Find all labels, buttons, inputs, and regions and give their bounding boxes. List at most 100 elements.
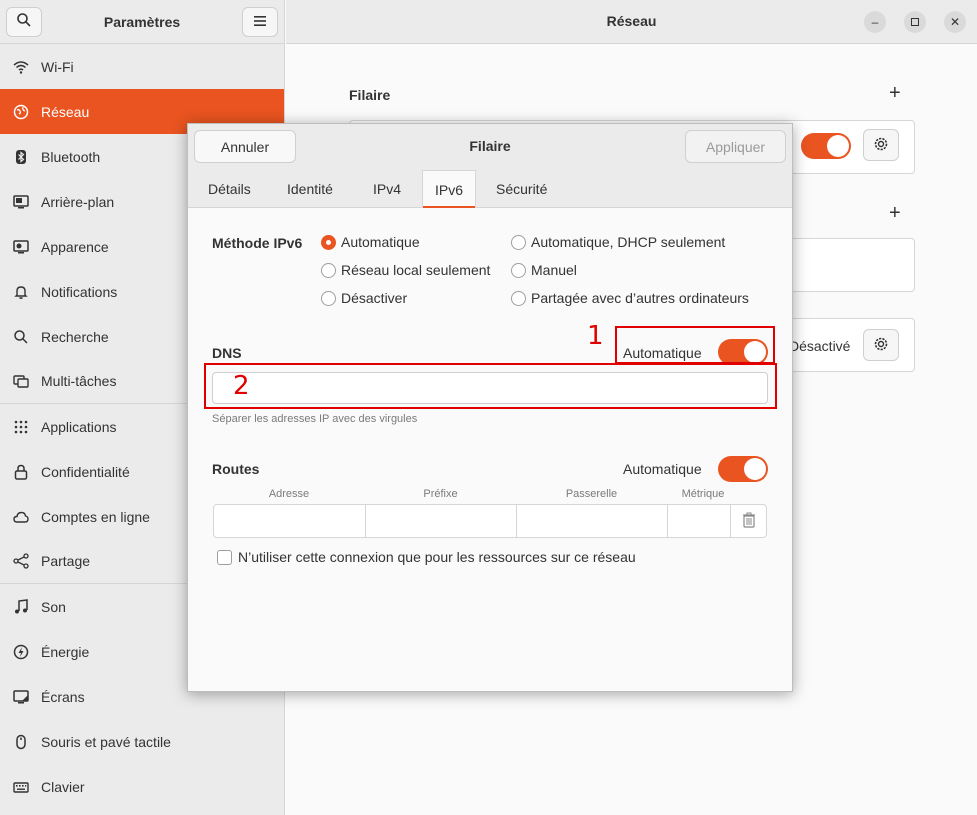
route-address-field[interactable] xyxy=(214,505,366,537)
mouse-icon xyxy=(12,733,30,751)
sidebar-item-label: Arrière-plan xyxy=(41,193,115,210)
tab-identite[interactable]: Identité xyxy=(275,170,345,208)
radio-automatique[interactable]: Automatique xyxy=(321,234,420,250)
sidebar-title: Paramètres xyxy=(103,13,181,30)
bluetooth-icon xyxy=(12,148,30,166)
sidebar-item-label: Recherche xyxy=(41,328,109,345)
sidebar-item-label: Notifications xyxy=(41,283,118,300)
add-vpn-button[interactable]: + xyxy=(889,202,901,225)
tab-ipv6[interactable]: IPv6 xyxy=(422,170,477,208)
music-note-icon xyxy=(12,598,30,616)
dialog-tabs: Détails Identité IPv4 IPv6 Sécurité xyxy=(188,170,792,208)
minimize-button[interactable]: – xyxy=(864,11,886,33)
annotation-label-1: 1 xyxy=(587,321,604,351)
routes-auto-label: Automatique xyxy=(623,461,702,477)
hamburger-icon xyxy=(253,14,267,30)
routes-label: Routes xyxy=(212,461,260,477)
close-icon: ✕ xyxy=(949,15,961,29)
radio-dhcp-only[interactable]: Automatique, DHCP seulement xyxy=(511,234,725,250)
radio-manuel[interactable]: Manuel xyxy=(511,262,577,278)
radio-dot xyxy=(511,290,526,306)
radio-dot xyxy=(511,234,526,250)
multitask-icon xyxy=(12,372,30,390)
route-gateway-field[interactable] xyxy=(517,505,668,537)
annotation-box-2 xyxy=(204,363,777,409)
sidebar-item-label: Bluetooth xyxy=(41,148,101,165)
radio-label: Partagée avec d’autres ordinateurs xyxy=(531,290,749,306)
sidebar-item-label: Souris et pavé tactile xyxy=(41,733,171,750)
sidebar-item-label: Apparence xyxy=(41,238,109,255)
sidebar-header: Paramètres xyxy=(0,0,284,44)
search-icon xyxy=(12,328,30,346)
route-prefix-field[interactable] xyxy=(366,505,517,537)
proxy-settings-button[interactable] xyxy=(863,329,899,361)
radio-shared[interactable]: Partagée avec d’autres ordinateurs xyxy=(511,290,749,306)
route-metric-field[interactable] xyxy=(668,505,731,537)
sidebar-item-clavier[interactable]: Clavier xyxy=(0,764,284,809)
sidebar-item-label: Son xyxy=(41,598,66,615)
sidebar-item-label: Énergie xyxy=(41,643,90,660)
radio-dot xyxy=(321,234,336,250)
close-window-button[interactable]: ✕ xyxy=(944,11,966,33)
minimize-icon: – xyxy=(871,15,879,29)
only-local-resources-checkbox[interactable]: N’utiliser cette connexion que pour les … xyxy=(217,549,636,565)
dialog-header: Annuler Filaire Appliquer xyxy=(188,124,792,170)
tab-securite[interactable]: Sécurité xyxy=(484,170,559,208)
maximize-button[interactable] xyxy=(904,11,926,33)
search-button[interactable] xyxy=(6,6,42,37)
column-header-adresse: Adresse xyxy=(268,488,310,500)
sidebar-item-label: Wi-Fi xyxy=(41,58,74,75)
lock-icon xyxy=(12,463,30,481)
sidebar-item-wifi[interactable]: Wi-Fi xyxy=(0,44,284,89)
radio-dot xyxy=(321,290,336,306)
wired-settings-button[interactable] xyxy=(863,129,899,161)
sidebar-item-souris[interactable]: Souris et pavé tactile xyxy=(0,719,284,764)
sidebar-item-label: Comptes en ligne xyxy=(41,508,150,525)
power-icon xyxy=(12,643,30,661)
search-icon xyxy=(16,12,32,31)
plus-icon: + xyxy=(889,202,901,224)
delete-route-button[interactable] xyxy=(731,505,766,537)
sidebar-item-label: Écrans xyxy=(41,688,85,705)
keyboard-icon xyxy=(12,778,30,796)
annotation-label-2: 2 xyxy=(233,371,250,401)
radio-label: Automatique, DHCP seulement xyxy=(531,234,726,250)
proxy-status: Désactivé xyxy=(789,338,851,354)
column-header-passerelle: Passerelle xyxy=(565,488,618,500)
radio-label: Manuel xyxy=(531,262,577,278)
radio-label: Automatique xyxy=(341,234,420,250)
annotation-box-1 xyxy=(615,326,775,364)
network-icon xyxy=(12,103,30,121)
sidebar-item-label: Clavier xyxy=(41,778,85,795)
apps-grid-icon xyxy=(12,418,30,436)
routes-auto-toggle[interactable] xyxy=(718,456,768,482)
radio-label: Désactiver xyxy=(341,290,408,306)
tab-ipv4[interactable]: IPv4 xyxy=(361,170,413,208)
gear-icon xyxy=(872,335,890,356)
radio-desactiver[interactable]: Désactiver xyxy=(321,290,407,306)
trash-icon xyxy=(742,512,756,531)
display-icon xyxy=(12,688,30,706)
radio-dot xyxy=(511,262,526,278)
wifi-icon xyxy=(12,58,30,76)
sidebar-item-label: Multi-tâches xyxy=(41,373,117,389)
main-header: Réseau – ✕ xyxy=(286,0,977,44)
radio-dot xyxy=(321,262,336,278)
add-wired-button[interactable]: + xyxy=(889,82,901,105)
radio-label: Réseau local seulement xyxy=(341,262,491,278)
dns-label: DNS xyxy=(212,345,242,361)
sidebar-item-label: Applications xyxy=(41,418,117,435)
column-header-prefixe: Préfixe xyxy=(423,488,458,500)
maximize-icon xyxy=(911,18,919,26)
background-icon xyxy=(12,193,30,211)
checkbox-label: N’utiliser cette connexion que pour les … xyxy=(238,549,636,565)
radio-link-local[interactable]: Réseau local seulement xyxy=(321,262,490,278)
tab-details[interactable]: Détails xyxy=(196,170,263,208)
ipv6-method-label: Méthode IPv6 xyxy=(212,235,303,251)
sidebar-item-label: Partage xyxy=(41,553,91,569)
menu-button[interactable] xyxy=(242,6,278,37)
apply-button[interactable]: Appliquer xyxy=(685,130,786,163)
column-header-metrique: Métrique xyxy=(681,488,725,500)
wired-toggle[interactable] xyxy=(801,133,851,159)
routes-row xyxy=(213,504,767,538)
